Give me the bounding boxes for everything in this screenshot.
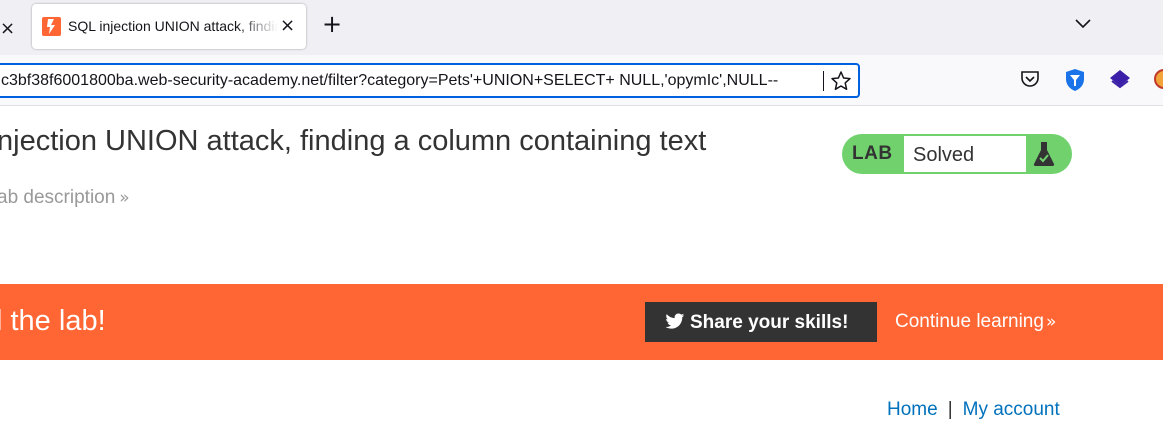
status-lab-label: LAB bbox=[852, 143, 893, 164]
text-caret bbox=[823, 71, 824, 91]
share-skills-label: Share your skills! bbox=[690, 312, 849, 333]
double-chevron-right-icon: » bbox=[119, 188, 130, 208]
extension-partial-icon[interactable] bbox=[1153, 68, 1163, 95]
my-account-link[interactable]: My account bbox=[963, 399, 1060, 420]
lab-description-label: ab description bbox=[0, 187, 116, 208]
tab-close-button[interactable]: × bbox=[280, 15, 295, 36]
bookmark-star-icon[interactable] bbox=[830, 70, 852, 97]
previous-tab-close-button[interactable]: × bbox=[0, 18, 15, 39]
pocket-icon[interactable] bbox=[1019, 68, 1041, 95]
url-text[interactable]: c3bf38f6001800ba.web-security-academy.ne… bbox=[1, 72, 778, 90]
portswigger-favicon-icon bbox=[42, 17, 61, 36]
home-link[interactable]: Home bbox=[887, 399, 938, 420]
active-tab[interactable]: SQL injection UNION attack, finding a co… bbox=[32, 4, 306, 49]
extension-stack-icon[interactable] bbox=[1109, 68, 1131, 95]
flask-icon bbox=[1033, 141, 1055, 172]
account-nav: Home | My account bbox=[887, 399, 1060, 421]
tab-strip: × SQL injection UNION attack, finding a … bbox=[0, 0, 1163, 55]
banner-message: l the lab! bbox=[0, 305, 106, 337]
status-value: Solved bbox=[913, 144, 975, 166]
share-skills-button[interactable]: Share your skills! bbox=[645, 302, 877, 342]
vpn-shield-icon[interactable] bbox=[1064, 68, 1086, 97]
nav-separator: | bbox=[947, 399, 953, 420]
url-bar[interactable]: c3bf38f6001800ba.web-security-academy.ne… bbox=[0, 63, 860, 98]
double-chevron-right-icon: » bbox=[1045, 312, 1057, 332]
navigation-toolbar: c3bf38f6001800ba.web-security-academy.ne… bbox=[0, 55, 1163, 106]
status-value-box: Solved bbox=[903, 135, 1027, 173]
chevron-down-icon[interactable] bbox=[1074, 16, 1092, 34]
continue-learning-link[interactable]: Continue learning» bbox=[895, 311, 1056, 333]
solved-banner: l the lab! Share your skills! Continue l… bbox=[0, 284, 1163, 360]
new-tab-button[interactable]: + bbox=[322, 12, 342, 36]
lab-status-badge: LAB Solved bbox=[842, 134, 1072, 174]
page-title: njection UNION attack, finding a column … bbox=[0, 125, 707, 157]
lab-description-link[interactable]: ab description» bbox=[0, 187, 130, 209]
continue-learning-label: Continue learning bbox=[895, 311, 1044, 332]
tab-title: SQL injection UNION attack, finding a co… bbox=[68, 18, 278, 34]
